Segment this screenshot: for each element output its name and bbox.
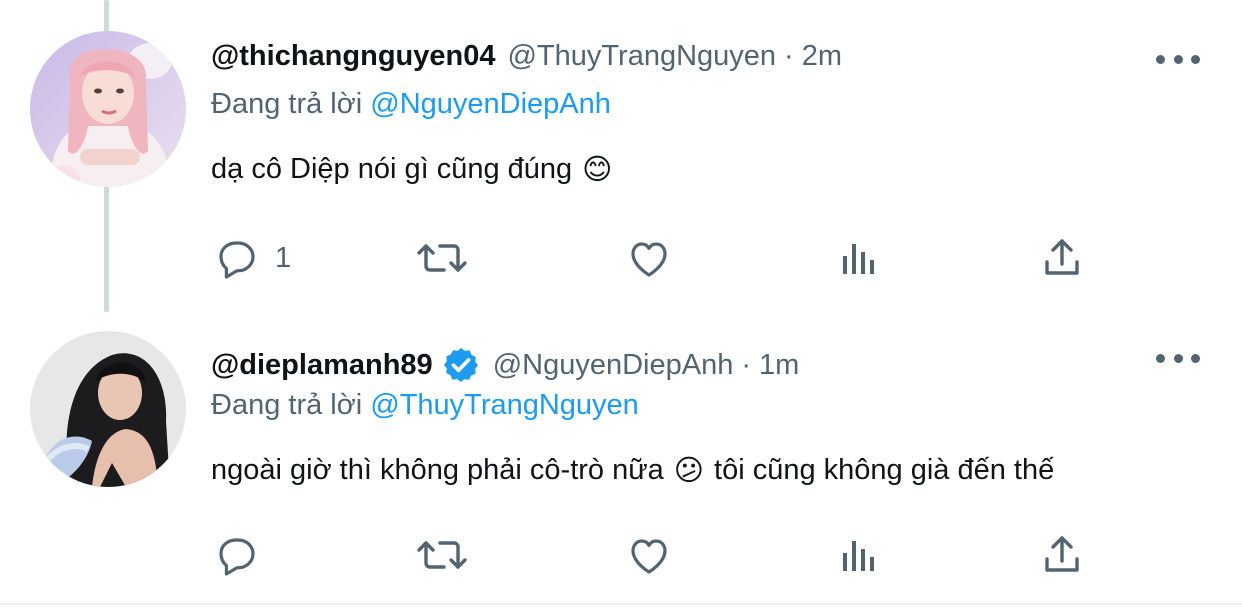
timestamp[interactable]: 1m xyxy=(759,349,799,382)
tweet-text: ngoài giờ thì không phải cô-trò nữa 😕 tô… xyxy=(211,453,1054,488)
user-handle[interactable]: @ThuyTrangNguyen xyxy=(507,40,776,73)
smiling-face-emoji: 😊 xyxy=(582,154,613,186)
replying-prefix: Đang trả lời xyxy=(211,389,363,421)
views-icon xyxy=(843,541,874,571)
like-button[interactable] xyxy=(625,530,673,580)
tweet-text: dạ cô Diệp nói gì cũng đúng 😊 xyxy=(211,152,622,187)
separator-dot: · xyxy=(784,40,794,72)
views-button[interactable] xyxy=(835,530,883,580)
separator-dot: · xyxy=(741,348,751,381)
reply-button[interactable] xyxy=(213,530,275,580)
more-dot xyxy=(1191,353,1200,363)
confused-face-emoji: 😕 xyxy=(673,455,705,487)
tweet[interactable]: @thichangnguyen04 @ThuyTrangNguyen · 2m … xyxy=(0,0,1242,305)
avatar[interactable] xyxy=(30,31,186,187)
replying-prefix: Đang trả lời xyxy=(211,88,363,120)
tweet-text-content: ngoài giờ thì không phải cô-trò nữa xyxy=(211,454,664,486)
user-handle[interactable]: @NguyenDiepAnh xyxy=(493,349,734,382)
share-button[interactable] xyxy=(1038,233,1086,283)
share-button[interactable] xyxy=(1038,530,1086,580)
share-icon xyxy=(1045,239,1079,275)
reply-icon xyxy=(219,538,255,576)
more-dot xyxy=(1173,54,1183,64)
display-name[interactable]: @thichangnguyen04 xyxy=(211,40,495,73)
more-dot xyxy=(1191,54,1200,64)
verified-badge-icon xyxy=(441,345,481,385)
like-button[interactable] xyxy=(625,233,673,283)
views-icon xyxy=(843,244,874,274)
tweet[interactable]: @dieplamanh89 @NguyenDiepAnh · 1m Đang t… xyxy=(0,305,1242,605)
views-button[interactable] xyxy=(835,233,883,283)
tweet-header: @dieplamanh89 @NguyenDiepAnh · 1m xyxy=(211,345,799,385)
tweet-header: @thichangnguyen04 @ThuyTrangNguyen · 2m xyxy=(211,40,842,73)
retweet-button[interactable] xyxy=(414,530,470,580)
retweet-icon xyxy=(417,244,467,272)
replying-mention-link[interactable]: @NguyenDiepAnh xyxy=(370,88,611,120)
like-icon xyxy=(631,539,667,574)
replying-to: Đang trả lời @NguyenDiepAnh xyxy=(211,88,611,121)
more-dot xyxy=(1156,54,1165,64)
more-icon[interactable] xyxy=(1156,49,1200,69)
more-dot xyxy=(1156,353,1165,363)
more-dot xyxy=(1173,353,1183,363)
replying-to: Đang trả lời @ThuyTrangNguyen xyxy=(211,389,639,422)
tweet-text-continuation: tôi cũng không già đến thế xyxy=(714,454,1055,486)
replying-mention-link[interactable]: @ThuyTrangNguyen xyxy=(370,389,639,421)
display-name[interactable]: @dieplamanh89 xyxy=(211,349,433,382)
share-icon xyxy=(1045,536,1079,572)
retweet-icon xyxy=(417,541,467,569)
more-icon[interactable] xyxy=(1156,348,1200,368)
tweet-text-content: dạ cô Diệp nói gì cũng đúng xyxy=(211,153,573,185)
avatar[interactable] xyxy=(30,331,186,487)
retweet-button[interactable] xyxy=(414,233,470,283)
reply-count: 1 xyxy=(275,241,292,274)
like-icon xyxy=(631,242,667,277)
reply-icon xyxy=(219,241,255,279)
reply-button[interactable]: 1 xyxy=(213,233,291,283)
timestamp[interactable]: 2m xyxy=(802,40,842,73)
divider xyxy=(0,603,1242,605)
